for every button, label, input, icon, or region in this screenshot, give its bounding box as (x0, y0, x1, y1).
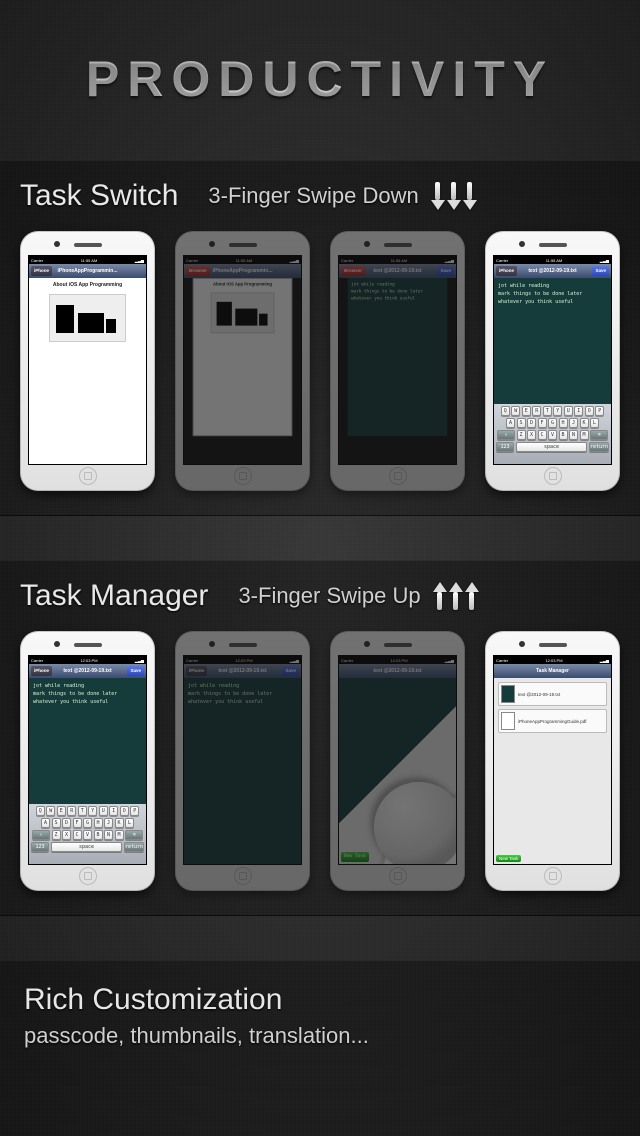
swipe-up-icon (433, 582, 479, 610)
task-manager-header: Task Manager (536, 668, 569, 674)
phone-mock: Carrier11:55 AM▂▃▅ Browser iPhoneAppProg… (175, 231, 310, 491)
close-button[interactable]: Browser (186, 266, 210, 276)
phone-mock: Carrier11:55 AM▂▃▅ iPhone text @2012-09-… (485, 231, 620, 491)
task-switch-gesture: 3-Finger Swipe Down (208, 183, 418, 209)
task-manager-section: Task Manager 3-Finger Swipe Up Carrier12… (0, 560, 640, 916)
phone-mock: Carrier12:03 PM▂▃▅ iPhone text @2012-09-… (20, 631, 155, 891)
phone-mock: Carrier12:03 PM▂▃▅ text @2012-09-19.txt … (330, 631, 465, 891)
new-task-button[interactable]: New Task (341, 852, 369, 862)
save-button[interactable]: Save (592, 266, 609, 276)
task-switch-title: Task Switch (20, 179, 178, 213)
page-curl-icon (339, 678, 456, 864)
task-item[interactable]: iPhoneAppProgrammingGuide.pdf (498, 709, 607, 733)
keyboard[interactable]: QWERTYUIOP ASDFGHJKL ⇧ZXCVBNM⌫ 123 space… (29, 804, 146, 864)
customization-section: Rich Customization passcode, thumbnails,… (0, 960, 640, 1136)
task-manager-title: Task Manager (20, 579, 208, 613)
back-button[interactable]: iPhone (31, 266, 52, 276)
editor-title: text @2012-09-19.txt (528, 268, 576, 274)
new-task-button[interactable]: New Task (496, 855, 521, 862)
phone-mock: Carrier11:55 AM▂▃▅ Browser text @2012-09… (330, 231, 465, 491)
swipe-down-icon (431, 182, 477, 210)
customization-subtitle: passcode, thumbnails, translation... (24, 1023, 616, 1049)
doc-title: iPhoneAppProgrammin... (57, 268, 117, 274)
task-switch-section: Task Switch 3-Finger Swipe Down Carrier1… (0, 160, 640, 516)
customization-title: Rich Customization (24, 983, 616, 1017)
task-manager-gesture: 3-Finger Swipe Up (238, 583, 420, 609)
phone-mock: Carrier12:03 PM▂▃▅ Task Manager text @20… (485, 631, 620, 891)
page-title: Productivity (0, 0, 640, 108)
doc-heading: About iOS App Programming (33, 282, 142, 288)
phone-mock: Carrier11:55 AM▂▃▅ iPhone iPhoneAppProgr… (20, 231, 155, 491)
task-item[interactable]: text @2012-09-19.txt (498, 682, 607, 706)
doc-image (49, 294, 125, 342)
home-button-icon (79, 467, 97, 485)
phone-mock: Carrier12:03 PM▂▃▅ iPhone text @2012-09-… (175, 631, 310, 891)
keyboard[interactable]: QWERTYUIOP ASDFGHJKL ⇧ZXCVBNM⌫ 123 space… (494, 404, 611, 464)
